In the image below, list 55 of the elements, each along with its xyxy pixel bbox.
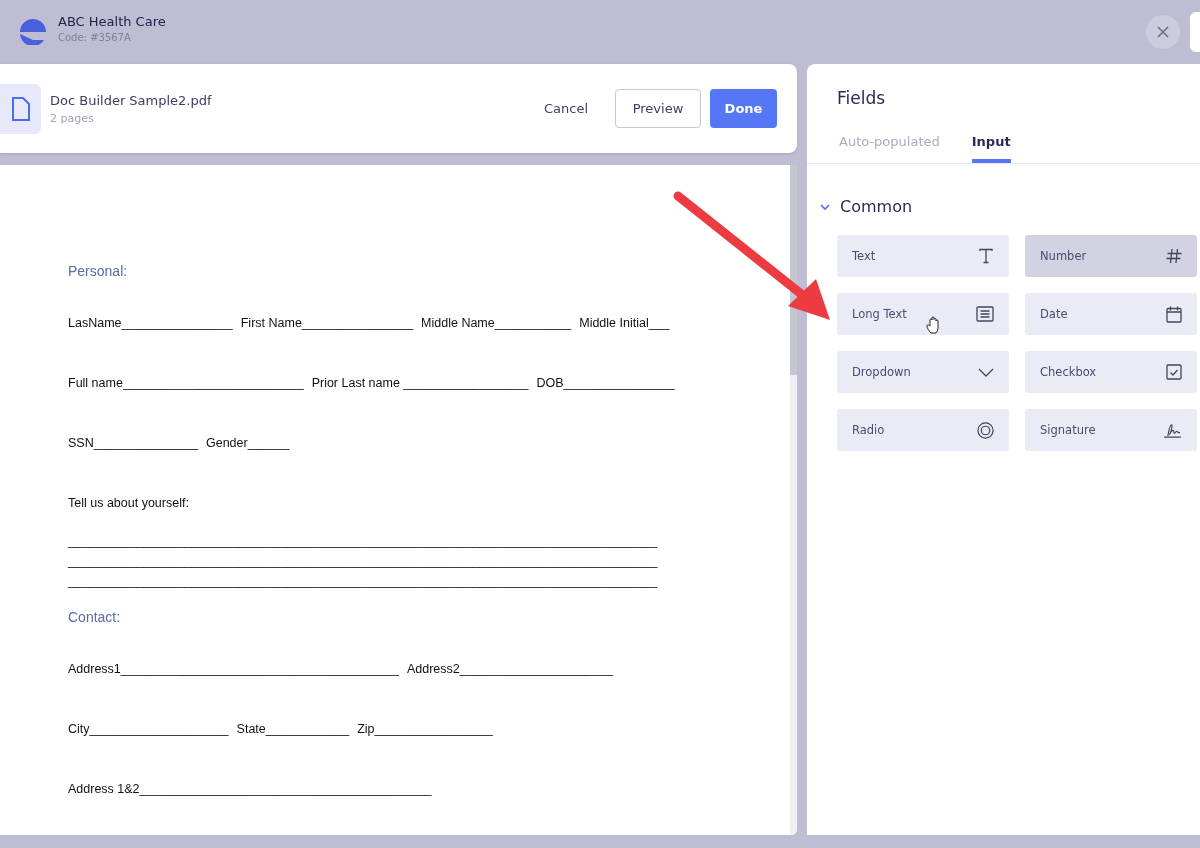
window-edge [1190, 12, 1200, 52]
form-label: Tell us about yourself: [68, 496, 189, 510]
form-label: SSN_______________ [68, 436, 198, 450]
form-label: LasName________________ [68, 316, 233, 330]
form-label: Address1________________________________________ [68, 662, 399, 676]
organization-code: Code: #3567A [58, 31, 132, 43]
document-icon [0, 83, 41, 134]
close-button[interactable] [1146, 15, 1180, 49]
field-type-tile[interactable]: Long Text [837, 293, 1009, 335]
form-label: City____________________ [68, 722, 229, 736]
form-label: Gender______ [206, 436, 290, 450]
form-label: Full name__________________________ [68, 376, 304, 390]
page-count: 2 pages [50, 111, 95, 125]
section-heading: Personal: [68, 263, 129, 279]
form-label: Middle Initial___ [579, 316, 670, 330]
fill-in-line: ______________________________________________________________________________________ [68, 534, 658, 548]
field-type-tile[interactable]: Radio [837, 409, 1009, 451]
field-type-tile[interactable]: Date [1025, 293, 1197, 335]
close-icon [1157, 26, 1169, 38]
paragraph-icon [976, 306, 994, 322]
text-icon [978, 248, 994, 264]
done-button[interactable]: Done [710, 89, 777, 128]
field-type-tile[interactable]: Signature [1025, 409, 1197, 451]
fill-in-line: ______________________________________________________________________________________ [68, 554, 658, 568]
form-label: Middle Name___________ [421, 316, 572, 330]
calendar-icon [1166, 305, 1182, 323]
file-name: Doc Builder Sample2.pdf [50, 92, 212, 108]
chevron-down-icon [978, 367, 994, 377]
field-type-tile[interactable]: Dropdown [837, 351, 1009, 393]
form-label: First Name________________ [240, 316, 414, 330]
form-label: DOB________________ [536, 376, 675, 390]
form-label: Address 1&2__________________________________________ [68, 782, 432, 796]
signature-icon [1163, 422, 1182, 438]
field-type-tile[interactable]: Number [1025, 235, 1197, 277]
field-type-tile[interactable]: Checkbox [1025, 351, 1197, 393]
tab[interactable]: Input [971, 130, 1011, 163]
cancel-button[interactable]: Cancel [525, 89, 606, 128]
chevron-icon[interactable] [820, 203, 830, 210]
form-label: State____________ [236, 722, 350, 736]
logo-icon [20, 19, 46, 45]
organization-name: ABC Health Care [58, 13, 166, 29]
hand-cursor-icon [926, 316, 942, 334]
form-label: Address2______________________ [406, 662, 613, 676]
fill-in-line: ______________________________________________________________________________________ [68, 574, 658, 588]
hash-icon [1166, 248, 1182, 264]
section-heading: Contact: [68, 609, 122, 625]
radio-icon [977, 421, 994, 439]
group-title: Common [840, 197, 913, 216]
preview-button[interactable]: Preview [615, 89, 701, 128]
scrollbar-thumb[interactable] [790, 165, 797, 375]
field-type-tile[interactable]: Text [837, 235, 1009, 277]
panel-title: Fields [837, 88, 887, 108]
checkbox-icon [1166, 364, 1182, 380]
form-label: Prior Last name __________________ [311, 376, 529, 390]
form-label: Zip_________________ [357, 722, 493, 736]
